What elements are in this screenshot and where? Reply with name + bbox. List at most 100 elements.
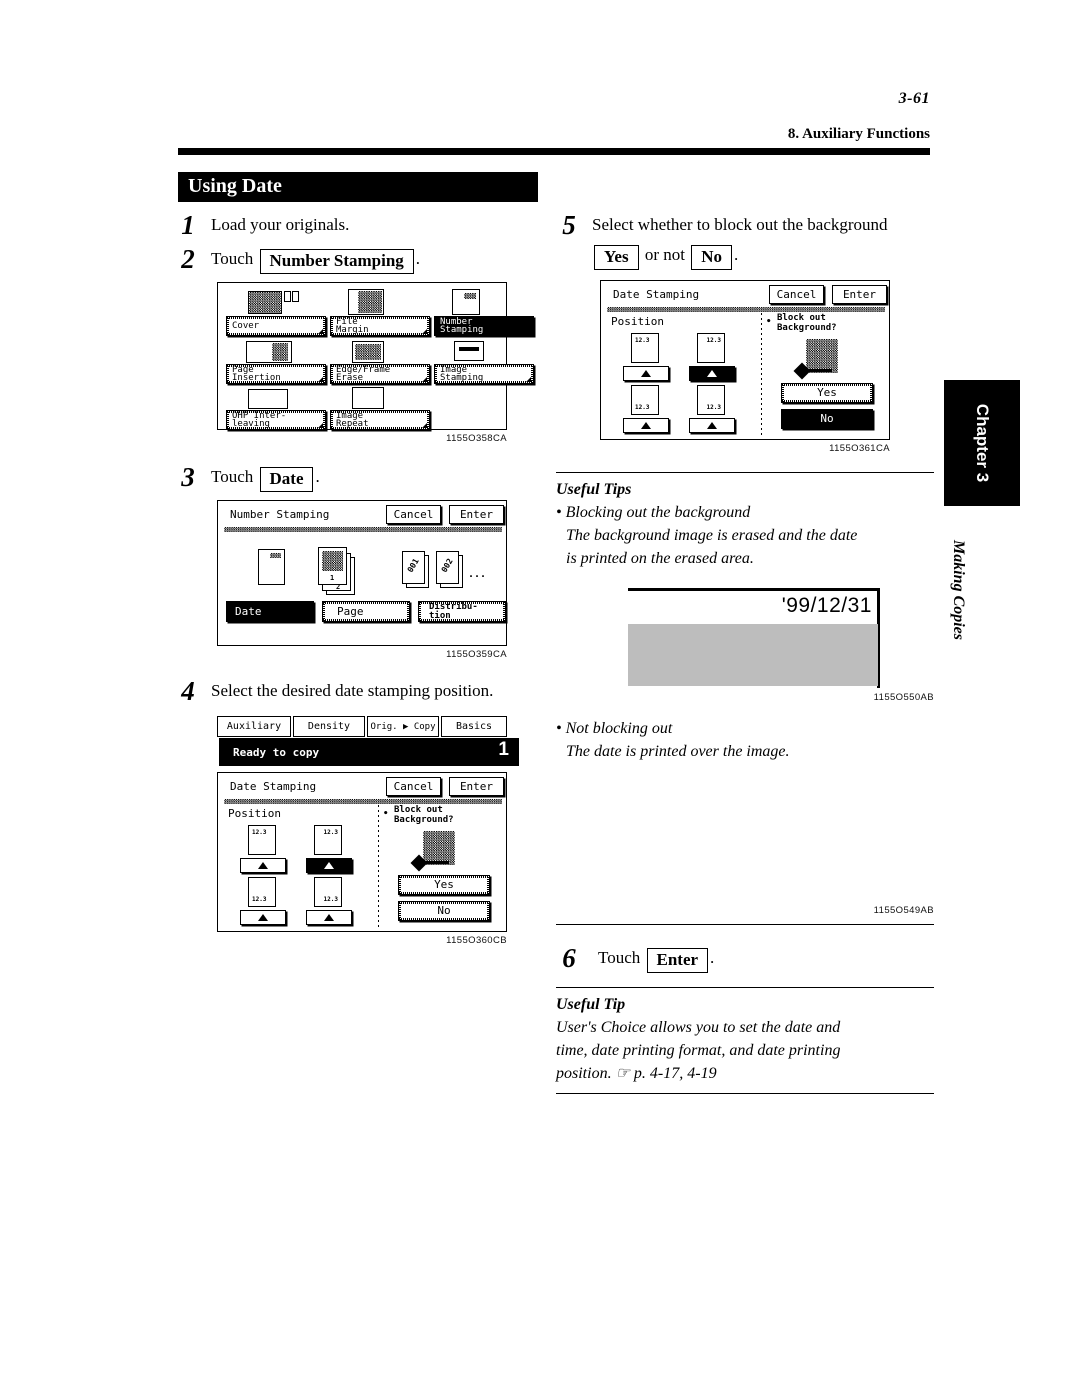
- step-1-text: Load your originals.: [211, 215, 350, 234]
- blockout-bullet-icon: •: [383, 809, 389, 819]
- step-2-tail: .: [415, 249, 421, 268]
- blockout-label: Block out Background?: [394, 805, 454, 825]
- key-number-stamping[interactable]: Number Stamping: [259, 249, 414, 274]
- corner-mark-icon: [318, 423, 323, 428]
- menu-button-edge-frame-erase[interactable]: Edge/Frame Erase: [330, 364, 430, 384]
- blockout-label: Block out Background?: [777, 313, 837, 333]
- step-3-number: 3: [181, 462, 195, 492]
- blockout-no-button[interactable]: No: [781, 409, 873, 429]
- triangle-up-icon: [707, 370, 717, 377]
- key-yes[interactable]: Yes: [594, 245, 639, 270]
- step-3-tail: .: [315, 467, 320, 486]
- date-mark: 12.3: [323, 896, 338, 903]
- cover-icon: [248, 291, 282, 314]
- mode-button-date[interactable]: Date: [226, 601, 314, 622]
- figure-number-stamping: Number Stamping Cancel Enter 1 2 001 002…: [217, 500, 507, 660]
- mode-button-page[interactable]: Page: [322, 601, 410, 622]
- date-mark: 12.3: [252, 896, 267, 903]
- lcd-operation-screen: Auxiliary Density Orig. ▶ Copy Basics Re…: [217, 714, 519, 932]
- lcd-number-stamping: Number Stamping Cancel Enter 1 2 001 002…: [217, 500, 507, 646]
- position-button-bottom-left[interactable]: [240, 910, 286, 925]
- position-button-top-left[interactable]: [240, 858, 286, 873]
- tab-orig-copy-label: Orig. ▶ Copy: [370, 721, 436, 732]
- position-preview-bottom-left: 12.3: [631, 385, 659, 415]
- cancel-button[interactable]: Cancel: [386, 777, 441, 796]
- enter-button[interactable]: Enter: [449, 777, 504, 796]
- tab-orig-copy[interactable]: Orig. ▶ Copy: [367, 716, 439, 737]
- position-button-top-left[interactable]: [623, 366, 669, 381]
- cover-icon-sheet-b: [292, 291, 299, 302]
- blockout-no-label: No: [437, 904, 451, 917]
- cover-icon-sheet-a: [284, 291, 291, 302]
- distribution-ellipsis: ...: [468, 569, 487, 580]
- figure-code-number-stamping: 1155O359CA: [446, 649, 507, 660]
- distribution-num-001: 001: [405, 556, 421, 575]
- blockout-no-button[interactable]: No: [398, 901, 490, 921]
- step-6-tail: .: [710, 948, 715, 967]
- blockout-yes-button[interactable]: Yes: [398, 875, 490, 895]
- sample-date-text: '99/12/31: [781, 594, 872, 617]
- menu-button-image-repeat[interactable]: Image Repeat: [330, 410, 430, 430]
- position-button-bottom-right[interactable]: [689, 418, 735, 433]
- position-button-bottom-right[interactable]: [306, 910, 352, 925]
- panel-divider: [607, 307, 885, 312]
- figure-code-sample-not-blocked: 1155O549AB: [873, 905, 934, 916]
- chapter-tab-label: Chapter 3: [973, 403, 992, 483]
- blockout-yes-button[interactable]: Yes: [781, 383, 873, 403]
- tip-bullet-1-title: • Blocking out the background: [556, 504, 751, 521]
- panel-divider: [224, 799, 502, 804]
- image-repeat-icon: [352, 387, 384, 409]
- tab-auxiliary[interactable]: Auxiliary: [217, 716, 291, 737]
- key-date[interactable]: Date: [259, 467, 314, 492]
- corner-mark-icon: [422, 423, 427, 428]
- menu-button-number-stamping[interactable]: Number Stamping: [434, 316, 534, 336]
- menu-button-image-stamping[interactable]: Image Stamping: [434, 364, 534, 384]
- blockout-yes-label: Yes: [434, 878, 454, 891]
- menu-button-cover[interactable]: Cover: [226, 316, 326, 336]
- mode-button-date-label: Date: [235, 604, 262, 618]
- menu-button-image-stamping-label: Image Stamping: [440, 364, 484, 383]
- cancel-button[interactable]: Cancel: [386, 505, 441, 524]
- step-3: 3 Touch Date.: [175, 462, 525, 492]
- menu-button-ohp-interleaving[interactable]: OHP Inter- leaving: [226, 410, 326, 430]
- position-button-top-right[interactable]: [306, 858, 352, 873]
- position-label: Position: [611, 315, 664, 328]
- sample-erased-area: [628, 624, 878, 686]
- tab-density[interactable]: Density: [293, 716, 365, 737]
- step-5-number: 5: [562, 210, 576, 240]
- step-1: 1 Load your originals.: [175, 210, 525, 240]
- figure-date-stamping-blockout: Date Stamping Cancel Enter Position 12.3: [600, 280, 890, 454]
- enter-button[interactable]: Enter: [832, 285, 887, 304]
- left-column: 1 Load your originals. 2 Touch Number St…: [175, 210, 534, 946]
- position-button-top-right[interactable]: [689, 366, 735, 381]
- figure-date-stamping-position: Auxiliary Density Orig. ▶ Copy Basics Re…: [217, 714, 519, 946]
- key-no[interactable]: No: [691, 245, 732, 270]
- enter-button-label: Enter: [459, 507, 494, 521]
- position-button-bottom-left[interactable]: [623, 418, 669, 433]
- position-preview-top-left: 12.3: [631, 333, 659, 363]
- step-6-lead: Touch: [598, 948, 641, 967]
- useful-tip-heading: Useful Tip: [556, 996, 626, 1013]
- menu-button-file-margin[interactable]: File Margin: [330, 316, 430, 336]
- key-enter[interactable]: Enter: [646, 948, 709, 973]
- date-mark: 12.3: [635, 404, 650, 411]
- tab-density-label: Density: [307, 721, 351, 732]
- tips-divider-bottom: [556, 924, 934, 925]
- tip-divider-top: [556, 987, 934, 988]
- panel-divider: [224, 527, 502, 532]
- step-3-lead: Touch: [211, 467, 254, 486]
- menu-button-page-insertion[interactable]: Page Insertion: [226, 364, 326, 384]
- number-stamping-icon: [452, 289, 480, 315]
- mode-button-distribution[interactable]: Distribu- tion: [418, 601, 506, 622]
- cancel-button[interactable]: Cancel: [769, 285, 824, 304]
- blockout-preview-icon: [423, 831, 455, 865]
- step-2: 2 Touch Number Stamping.: [175, 244, 525, 274]
- enter-button[interactable]: Enter: [449, 505, 504, 524]
- tab-strip: Auxiliary Density Orig. ▶ Copy Basics: [217, 714, 507, 738]
- enter-button-label: Enter: [459, 779, 494, 793]
- corner-mark-icon: [318, 329, 323, 334]
- tab-basics[interactable]: Basics: [441, 716, 507, 737]
- useful-tips-block: Useful Tips • Blocking out the backgroun…: [556, 472, 934, 925]
- running-head: 8. Auxiliary Functions: [787, 126, 930, 142]
- panel-title-number-stamping: Number Stamping: [230, 508, 330, 521]
